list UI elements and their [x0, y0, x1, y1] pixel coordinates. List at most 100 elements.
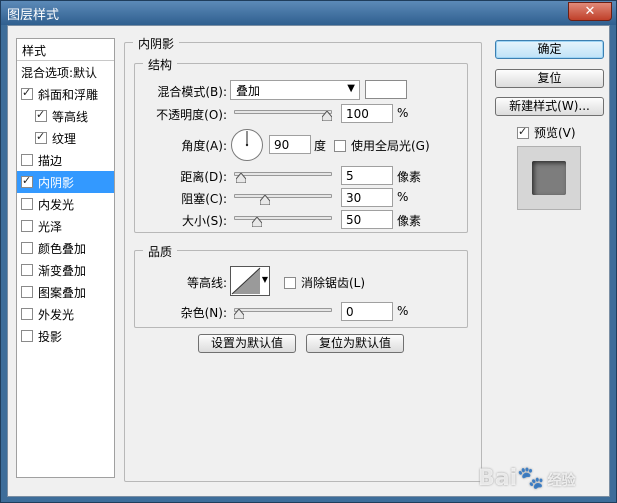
opacity-input[interactable]: 100 — [341, 104, 393, 123]
distance-input[interactable]: 5 — [341, 166, 393, 185]
global-light-checkbox[interactable] — [334, 139, 346, 152]
opacity-label: 不透明度(O): — [156, 108, 227, 122]
style-list-item[interactable]: 等高线 — [17, 105, 114, 127]
style-list-item-label: 图案叠加 — [38, 285, 87, 300]
style-list: 样式 混合选项:默认斜面和浮雕等高线纹理描边内阴影内发光光泽颜色叠加渐变叠加图案… — [16, 38, 115, 478]
angle-dial[interactable] — [230, 128, 264, 162]
reset-default-button[interactable]: 复位为默认值 — [306, 334, 404, 353]
size-slider[interactable] — [234, 216, 332, 220]
style-list-item-checkbox[interactable] — [21, 264, 33, 276]
preview-checkbox[interactable] — [517, 125, 529, 139]
style-list-item[interactable]: 斜面和浮雕 — [17, 83, 114, 105]
style-list-item-checkbox[interactable] — [21, 154, 33, 166]
opacity-unit: % — [397, 106, 409, 120]
preview-sample — [532, 161, 566, 195]
style-list-item-checkbox[interactable] — [21, 174, 33, 188]
layer-style-dialog: 图层样式 ✕ 样式 混合选项:默认斜面和浮雕等高线纹理描边内阴影内发光光泽颜色叠… — [0, 0, 617, 503]
blend-mode-select[interactable]: 叠加 ▼ — [230, 80, 360, 100]
size-slider-thumb[interactable] — [251, 217, 262, 227]
style-list-header[interactable]: 样式 — [17, 39, 114, 61]
style-list-item-checkbox[interactable] — [21, 286, 33, 298]
structure-legend: 结构 — [143, 56, 178, 73]
style-list-item-checkbox[interactable] — [21, 198, 33, 210]
opacity-slider-thumb[interactable] — [322, 111, 332, 121]
style-list-item-checkbox[interactable] — [21, 220, 33, 232]
distance-label: 距离(D): — [180, 170, 227, 184]
style-list-item[interactable]: 颜色叠加 — [17, 237, 114, 259]
style-list-item-checkbox[interactable] — [21, 86, 33, 100]
blend-mode-value: 叠加 — [236, 84, 261, 98]
set-default-button[interactable]: 设置为默认值 — [198, 334, 296, 353]
style-list-item-label: 纹理 — [52, 131, 77, 146]
new-style-button[interactable]: 新建样式(W)... — [495, 97, 604, 116]
style-list-item-checkbox[interactable] — [21, 242, 33, 254]
blend-mode-label: 混合模式(B): — [157, 85, 227, 99]
anti-alias-toggle[interactable]: 消除锯齿(L) — [284, 274, 365, 291]
style-list-item-label: 外发光 — [38, 307, 75, 322]
style-list-item-label: 颜色叠加 — [38, 241, 87, 256]
dialog-client-area: 样式 混合选项:默认斜面和浮雕等高线纹理描边内阴影内发光光泽颜色叠加渐变叠加图案… — [7, 25, 610, 497]
style-list-item-label: 渐变叠加 — [38, 263, 87, 278]
style-list-item-checkbox[interactable] — [35, 130, 47, 144]
size-input[interactable]: 50 — [341, 210, 393, 229]
contour-label: 等高线: — [186, 276, 227, 290]
noise-label: 杂色(N): — [180, 306, 227, 320]
shadow-color-swatch[interactable] — [365, 80, 407, 99]
distance-slider-thumb[interactable] — [235, 173, 246, 183]
angle-input[interactable]: 90 — [269, 135, 311, 154]
global-light-toggle[interactable]: 使用全局光(G) — [334, 137, 430, 154]
choke-unit: % — [397, 190, 409, 204]
quality-legend: 品质 — [143, 243, 178, 260]
angle-label: 角度(A): — [181, 139, 227, 153]
distance-unit: 像素 — [397, 170, 422, 184]
opacity-slider[interactable] — [234, 110, 332, 114]
contour-picker[interactable]: ▼ — [230, 266, 270, 296]
style-list-item-label: 混合选项:默认 — [21, 65, 98, 80]
choke-slider-thumb[interactable] — [260, 195, 271, 205]
choke-label: 阻塞(C): — [181, 192, 227, 206]
window-title: 图层样式 — [7, 8, 60, 23]
style-list-item-checkbox[interactable] — [35, 108, 47, 122]
style-list-item[interactable]: 纹理 — [17, 127, 114, 149]
style-list-item[interactable]: 内发光 — [17, 193, 114, 215]
angle-unit: 度 — [314, 139, 327, 153]
noise-slider[interactable] — [234, 308, 332, 312]
style-list-item[interactable]: 混合选项:默认 — [17, 61, 114, 83]
style-list-item[interactable]: 图案叠加 — [17, 281, 114, 303]
anti-alias-checkbox[interactable] — [284, 276, 296, 289]
style-list-item[interactable]: 内阴影 — [17, 171, 114, 193]
style-list-item[interactable]: 光泽 — [17, 215, 114, 237]
style-list-item-checkbox[interactable] — [21, 330, 33, 342]
global-light-label: 使用全局光(G) — [351, 139, 430, 153]
style-list-item[interactable]: 投影 — [17, 325, 114, 347]
distance-slider[interactable] — [234, 172, 332, 176]
style-list-item[interactable]: 外发光 — [17, 303, 114, 325]
style-list-item-label: 内阴影 — [38, 175, 75, 190]
noise-input[interactable]: 0 — [341, 302, 393, 321]
contour-dropdown-arrow-icon[interactable]: ▼ — [262, 275, 268, 284]
style-preview-thumbnail — [517, 146, 581, 210]
size-label: 大小(S): — [181, 214, 227, 228]
inner-shadow-title: 内阴影 — [133, 35, 180, 52]
ok-button[interactable]: 确定 — [495, 40, 604, 59]
reset-button[interactable]: 复位 — [495, 69, 604, 88]
style-list-item-label: 等高线 — [52, 109, 89, 124]
noise-slider-thumb[interactable] — [234, 309, 244, 319]
style-list-item[interactable]: 渐变叠加 — [17, 259, 114, 281]
title-bar[interactable]: 图层样式 ✕ — [1, 1, 616, 25]
close-button[interactable]: ✕ — [568, 2, 612, 21]
noise-unit: % — [397, 304, 409, 318]
style-list-item-label: 投影 — [38, 329, 63, 344]
baidu-watermark: Bai🐾 经验 — [478, 466, 576, 491]
style-list-item[interactable]: 描边 — [17, 149, 114, 171]
preview-toggle[interactable]: 预览(V) — [517, 124, 576, 141]
watermark-tail: 经验 — [547, 473, 576, 489]
style-list-item-label: 斜面和浮雕 — [38, 87, 99, 102]
watermark-brand: Bai — [478, 466, 518, 491]
choke-slider[interactable] — [234, 194, 332, 198]
style-list-item-label: 描边 — [38, 153, 63, 168]
style-list-item-label: 光泽 — [38, 219, 63, 234]
choke-input[interactable]: 30 — [341, 188, 393, 207]
style-list-item-checkbox[interactable] — [21, 308, 33, 320]
style-list-item-label: 内发光 — [38, 197, 75, 212]
